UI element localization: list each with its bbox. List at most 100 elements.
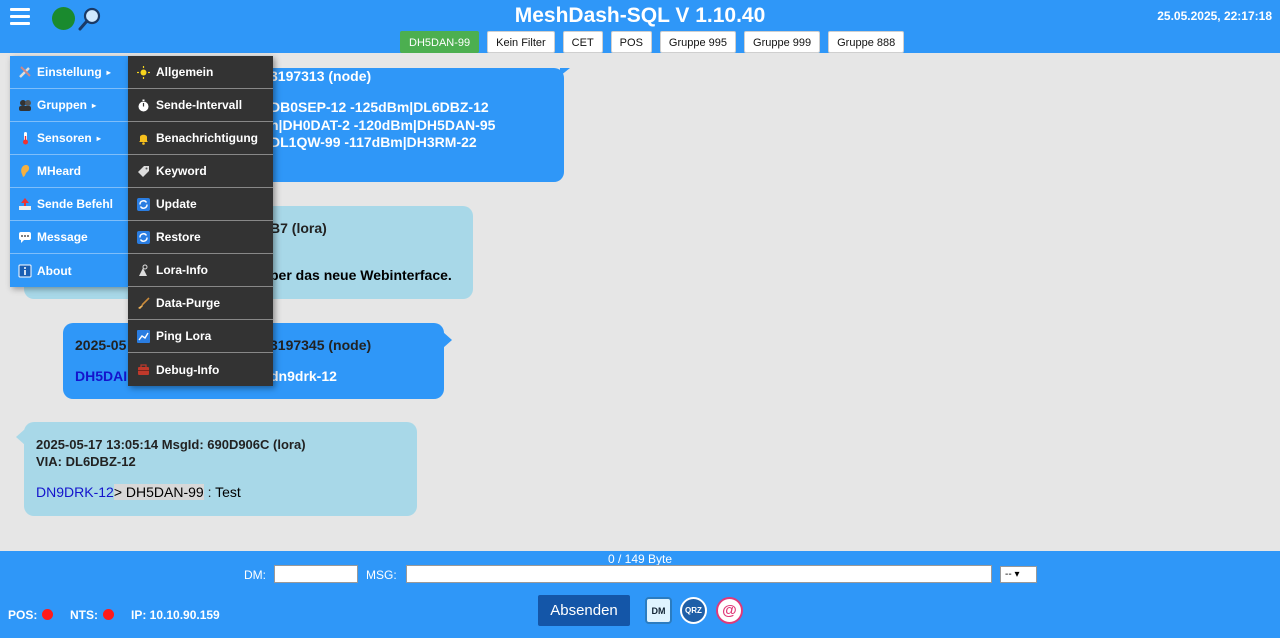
nts-label: NTS: <box>70 608 98 622</box>
submenu-item-label: Keyword <box>156 164 207 178</box>
ip-address: IP: 10.10.90.159 <box>131 608 220 622</box>
filter-none[interactable]: Kein Filter <box>487 31 555 53</box>
message-sender: DH5DAI <box>75 368 128 384</box>
send-icon <box>18 197 32 211</box>
menu-item-label: Sende Befehl <box>37 197 114 211</box>
menu-item-label: Sensoren <box>37 131 92 145</box>
submenu-item-label: Lora-Info <box>156 263 208 277</box>
submenu-item-label: Update <box>156 197 197 211</box>
dm-input[interactable] <box>274 565 358 583</box>
submenu-item-keyword[interactable]: Keyword <box>128 155 273 188</box>
menu-item-mheard[interactable]: MHeard <box>10 155 128 188</box>
stopwatch-icon <box>137 99 150 112</box>
submenu-item-label: Benachrichtigung <box>156 131 259 145</box>
submenu-item-allgemein[interactable]: Allgemein <box>128 56 273 89</box>
connection-status-icon <box>52 7 75 30</box>
menu-item-einstellung[interactable]: Einstellung ▸ <box>10 56 128 89</box>
menu-item-about[interactable]: About <box>10 254 128 287</box>
submenu-item-label: Sende-Intervall <box>156 98 243 112</box>
submenu-item-restore[interactable]: Restore <box>128 221 273 254</box>
restore-icon <box>137 230 150 244</box>
app-title: MeshDash-SQL V 1.10.40 <box>514 4 766 27</box>
filter-group-999[interactable]: Gruppe 999 <box>744 31 821 53</box>
qrz-button[interactable]: QRZ <box>680 597 707 624</box>
antenna-icon <box>137 264 150 277</box>
broom-icon <box>137 296 150 310</box>
menu-item-label: About <box>37 263 72 278</box>
tag-icon <box>137 165 150 178</box>
message-text: ber das neue Webinterface. <box>270 267 452 283</box>
toolbox-icon <box>137 363 150 376</box>
send-button[interactable]: Absenden <box>538 595 630 626</box>
dm-button[interactable]: DM <box>645 597 672 624</box>
menu-item-sende-befehl[interactable]: Sende Befehl <box>10 188 128 221</box>
submenu-item-label: Restore <box>156 230 201 244</box>
message-text: Test <box>215 484 241 500</box>
filter-group-888[interactable]: Gruppe 888 <box>828 31 905 53</box>
top-bar: MeshDash-SQL V 1.10.40 25.05.2025, 22:17… <box>0 0 1280 53</box>
message-sender-link[interactable]: DN9DRK-12 <box>36 484 114 500</box>
compose-bar: 0 / 149 Byte DM: MSG: -- ▾ Absenden DM Q… <box>0 551 1280 638</box>
dm-label: DM: <box>244 568 266 582</box>
message-header: B7 (lora) <box>270 220 327 236</box>
submenu-item-label: Data-Purge <box>156 296 221 310</box>
message-separator: : <box>203 484 216 500</box>
tools-icon <box>18 65 32 79</box>
submenu-item-data-purge[interactable]: Data-Purge <box>128 287 273 320</box>
datetime-display: 25.05.2025, 22:17:18 <box>1157 9 1272 23</box>
submenu-item-debug-info[interactable]: Debug-Info <box>128 353 273 386</box>
search-icon[interactable] <box>77 6 103 32</box>
filter-pos[interactable]: POS <box>610 31 652 53</box>
byte-counter: 0 / 149 Byte <box>607 552 673 566</box>
menu-item-label: Gruppen <box>37 98 87 112</box>
message-text: dn9drk-12 <box>270 368 337 384</box>
mail-button[interactable]: @ <box>716 597 743 624</box>
filter-bar: DH5DAN-99 Kein Filter CET POS Gruppe 995… <box>400 31 905 53</box>
group-icon <box>18 98 32 112</box>
submenu-item-label: Debug-Info <box>156 362 220 377</box>
submenu-item-update[interactable]: Update <box>128 188 273 221</box>
submenu-item-sende-intervall[interactable]: Sende-Intervall <box>128 89 273 122</box>
menu-item-gruppen[interactable]: Gruppen ▸ <box>10 89 128 122</box>
menu-item-sensoren[interactable]: Sensoren ▸ <box>10 122 128 155</box>
bell-icon <box>137 132 150 145</box>
submenu-item-ping-lora[interactable]: Ping Lora <box>128 320 273 353</box>
thermometer-icon <box>18 131 32 145</box>
message-text-line: DB0SEP-12 -125dBm|DL6DBZ-12 <box>270 99 489 115</box>
message-text-line: DL1QW-99 -117dBm|DH3RM-22 <box>270 134 477 150</box>
submenu-arrow-icon: ▸ <box>92 100 97 110</box>
menu-item-message[interactable]: Message <box>10 221 128 254</box>
submenu-item-benachrichtigung[interactable]: Benachrichtigung <box>128 122 273 155</box>
message-recipient: > DH5DAN-99 <box>113 484 204 500</box>
group-select[interactable]: -- ▾ <box>1000 566 1037 583</box>
message-header: 3197345 (node) <box>270 337 372 353</box>
filter-group-995[interactable]: Gruppe 995 <box>659 31 737 53</box>
msg-label: MSG: <box>366 568 397 582</box>
bubble-tail <box>443 332 452 348</box>
submenu-arrow-icon: ▸ <box>96 133 101 143</box>
sun-icon <box>137 65 150 79</box>
message-header: 2025-05-17 13:05:14 MsgId: 690D906C (lor… <box>36 437 306 452</box>
settings-submenu: Allgemein Sende-Intervall Benachrichtigu… <box>128 56 273 386</box>
chat-message-lora: 2025-05-17 13:05:14 MsgId: 690D906C (lor… <box>24 422 417 516</box>
message-text-line: n|DH0DAT-2 -120dBm|DH5DAN-95 <box>270 117 496 133</box>
filter-own-call[interactable]: DH5DAN-99 <box>400 31 480 53</box>
msg-input[interactable] <box>406 565 992 583</box>
main-menu: Einstellung ▸ Gruppen ▸ Sensoren ▸ MHeard S… <box>10 56 128 287</box>
pos-status-icon <box>42 609 53 620</box>
hamburger-menu-icon[interactable] <box>10 8 30 26</box>
message-body: DN9DRK-12> DH5DAN-99 : Test <box>36 484 241 500</box>
chat-icon <box>18 230 32 244</box>
ear-icon <box>18 164 32 178</box>
menu-item-label: Message <box>37 230 88 244</box>
message-header: 3197313 (node) <box>270 68 372 84</box>
submenu-item-label: Allgemein <box>156 65 214 79</box>
message-via: VIA: DL6DBZ-12 <box>36 454 136 469</box>
filter-cet[interactable]: CET <box>562 31 603 53</box>
submenu-item-label: Ping Lora <box>156 329 212 343</box>
submenu-item-lora-info[interactable]: Lora-Info <box>128 254 273 287</box>
refresh-icon <box>137 197 150 211</box>
info-icon <box>18 264 32 278</box>
pos-label: POS: <box>8 608 38 622</box>
nts-status-icon <box>103 609 114 620</box>
